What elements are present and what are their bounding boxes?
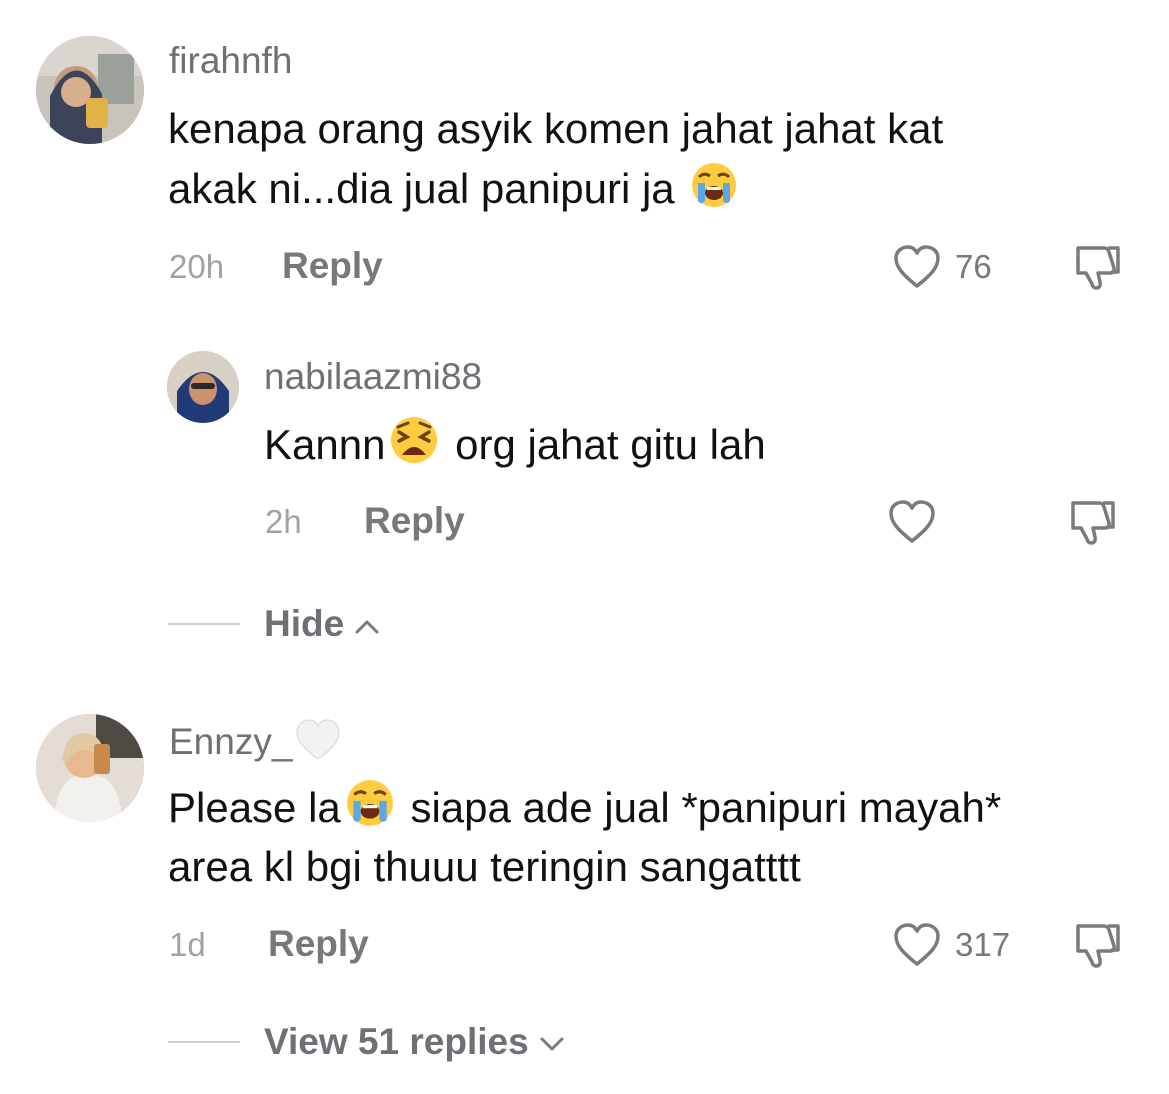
reply-timestamp: 2h: [265, 503, 302, 540]
comment-username[interactable]: firahnfh: [169, 40, 292, 82]
divider-line: [168, 623, 240, 625]
comment-text-line-2: akak ni...dia jual panipuri ja: [168, 160, 742, 224]
like-count: 317: [955, 926, 1011, 963]
heart-icon[interactable]: [887, 499, 937, 550]
heart-icon[interactable]: [892, 922, 942, 973]
loudly-crying-face-icon: [690, 161, 738, 224]
avatar-photo: [36, 714, 144, 822]
view-replies-label: View 51 replies: [264, 1021, 529, 1062]
reply-button[interactable]: Reply: [268, 923, 369, 965]
comment-text-line-1: kenapa orang asyik komen jahat jahat kat: [168, 105, 944, 152]
comment-text-line-2: area kl bgi thuuu teringin sangatttt: [168, 843, 801, 890]
reply-text: Kannn org jahat gitu lah: [264, 415, 766, 480]
reply-username[interactable]: nabilaazmi88: [264, 356, 482, 398]
heart-icon[interactable]: [892, 244, 942, 295]
view-replies-button[interactable]: View 51 replies: [264, 1021, 565, 1063]
thumbs-down-icon[interactable]: [1070, 920, 1122, 975]
avatar[interactable]: [36, 36, 144, 144]
white-heart-icon: [294, 718, 342, 771]
reply-button[interactable]: Reply: [282, 245, 383, 287]
avatar-photo: [167, 351, 239, 423]
reply-button[interactable]: Reply: [364, 500, 465, 542]
comment-text-part-2: siapa ade jual *panipuri mayah*: [410, 784, 1002, 831]
comment-timestamp: 20h: [169, 248, 225, 285]
comment-timestamp: 1d: [169, 926, 206, 963]
chevron-down-icon: [539, 1021, 565, 1062]
thumbs-down-icon[interactable]: [1070, 242, 1122, 297]
comment-text-line-1: Please la siapa ade jual *panipuri mayah…: [168, 778, 1001, 843]
comment-username-text: Ennzy_: [169, 721, 293, 762]
comment-username[interactable]: Ennzy_: [169, 718, 342, 771]
like-count: 76: [955, 248, 992, 285]
reply-text-part-2: org jahat gitu lah: [455, 421, 766, 468]
hide-replies-label: Hide: [264, 603, 345, 644]
divider-line: [168, 1041, 240, 1043]
comment-text: akak ni...dia jual panipuri ja: [168, 165, 675, 212]
weary-face-icon: [389, 415, 439, 480]
avatar[interactable]: [36, 714, 144, 822]
chevron-up-icon: [354, 603, 380, 644]
loudly-crying-face-icon: [345, 778, 395, 843]
comment-text-part-1: Please la: [168, 784, 341, 831]
hide-replies-button[interactable]: Hide: [264, 603, 380, 645]
avatar[interactable]: [167, 351, 239, 423]
avatar-photo: [36, 36, 144, 144]
reply-text-part-1: Kannn: [264, 421, 386, 468]
thumbs-down-icon[interactable]: [1065, 497, 1117, 552]
